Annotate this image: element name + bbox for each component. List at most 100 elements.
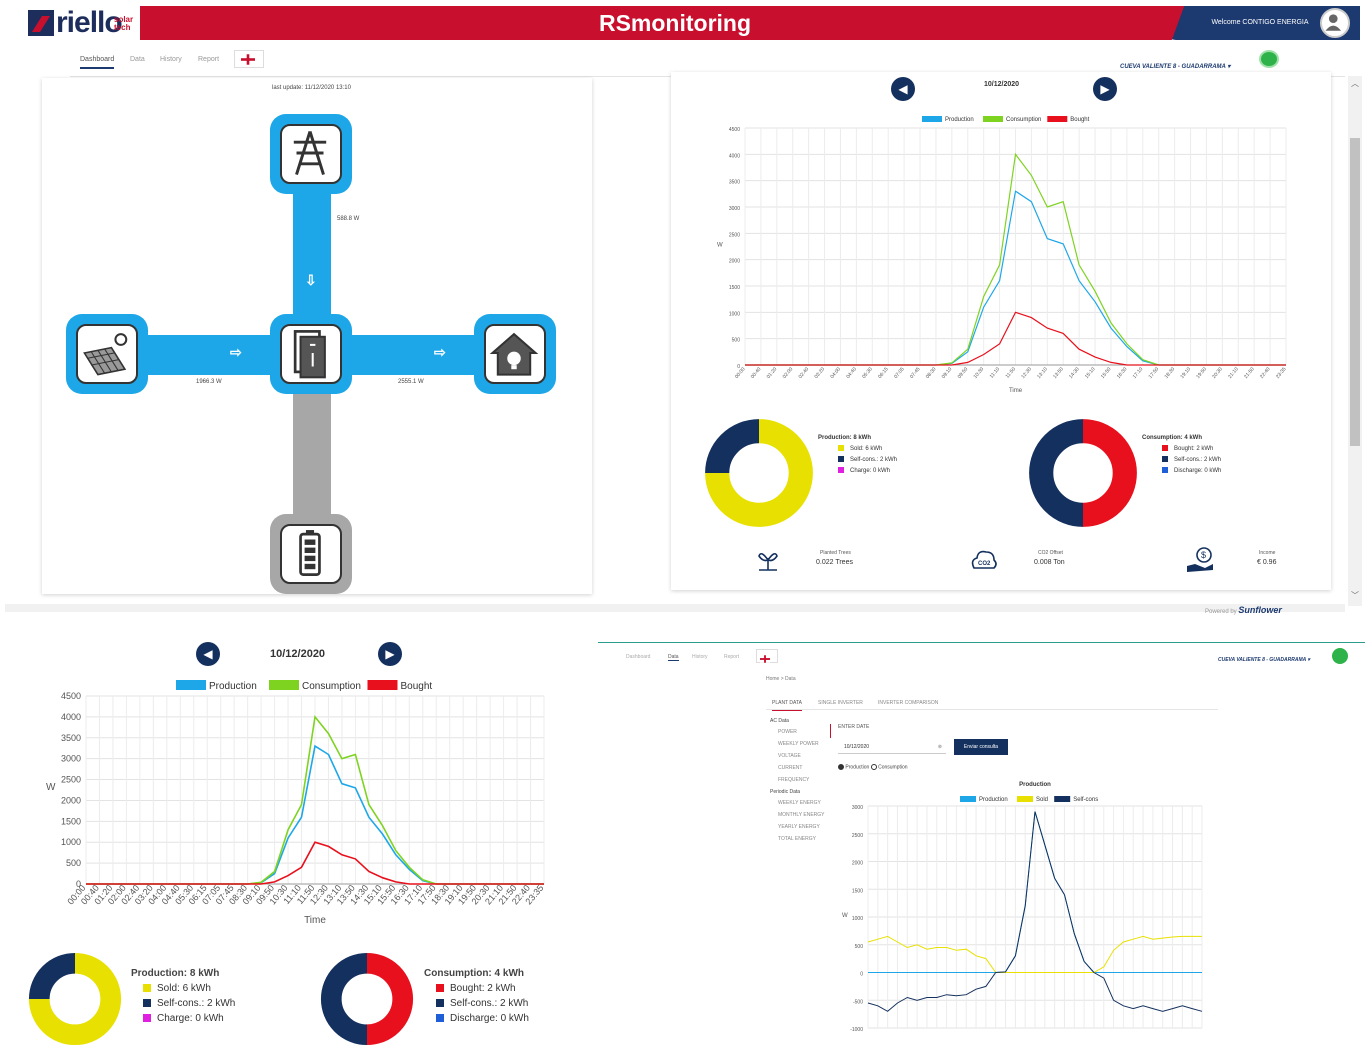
welcome-text[interactable]: Welcome CONTIGO ENERGIA: [1200, 6, 1320, 40]
tab-report[interactable]: Report: [198, 56, 219, 63]
svg-text:$: $: [1201, 550, 1206, 560]
house-node[interactable]: [474, 314, 556, 394]
radio-production[interactable]: [838, 764, 844, 770]
legend-swatch: [1017, 796, 1033, 802]
plant-selector[interactable]: CUEVA VALIENTE 8 - GUADARRAMA ▾: [1120, 63, 1230, 70]
subtab-single-inverter[interactable]: SINGLE INVERTER: [818, 700, 863, 706]
y-tick-label: -500: [853, 999, 863, 1005]
y-tick-label: 3500: [729, 180, 740, 186]
scrollbar-thumb[interactable]: [1350, 138, 1360, 446]
tab-dashboard[interactable]: Dashboard: [80, 56, 115, 69]
legend-swatch: [922, 116, 942, 122]
y-tick-label: 3500: [61, 733, 81, 743]
user-avatar[interactable]: [1320, 8, 1350, 38]
production-legend-zoom: Production: 8 kWh Sold: 6 kWh Self-cons.…: [131, 966, 235, 1026]
arrow-right-icon: ⇨: [230, 344, 242, 360]
tab-history-2[interactable]: History: [692, 654, 708, 660]
status-ok-icon[interactable]: [1332, 648, 1348, 664]
side-total-energy[interactable]: TOTAL ENERGY: [778, 836, 816, 842]
income-label: Income: [1259, 550, 1276, 556]
legend-label: Production: [945, 117, 974, 123]
breadcrumb: Home > Data: [766, 676, 796, 682]
y-tick-label: 3000: [729, 206, 740, 212]
date-input[interactable]: 10/12/2020 ⊗: [838, 740, 946, 754]
legend-swatch: [1054, 796, 1071, 802]
y-tick-label: 2500: [729, 232, 740, 238]
donut-slice-bought: [366, 952, 413, 1046]
radio-consumption-label: Consumption: [878, 764, 908, 771]
tab-data[interactable]: Data: [130, 56, 145, 63]
legend-label: Production: [209, 681, 257, 692]
next-day-button[interactable]: ▶: [1093, 77, 1117, 101]
subtab-inverter-comparison[interactable]: INVERTER COMPARISON: [878, 700, 938, 706]
tab-dashboard-2[interactable]: Dashboard: [626, 654, 650, 660]
charge-label: Charge: 0 kWh: [850, 468, 891, 474]
selfcons-label-zoom: Self-cons.: 2 kWh: [450, 998, 529, 1009]
side-monthly-energy[interactable]: MONTHLY ENERGY: [778, 812, 825, 818]
x-tick-label: 15:50: [1100, 366, 1113, 380]
house-power-value: 2555.1 W: [398, 379, 424, 385]
next-day-button-zoom[interactable]: ▶: [378, 642, 402, 666]
solar-node[interactable]: [66, 314, 148, 394]
y-tick-label: 2000: [852, 861, 863, 867]
plant-selector-2[interactable]: CUEVA VALIENTE 8 - GUADARRAMA ▾: [1218, 657, 1310, 663]
x-tick-label: 04:40: [845, 366, 858, 380]
side-weekly-energy[interactable]: WEEKLY ENERGY: [778, 800, 821, 806]
scroll-down-icon[interactable]: ﹀: [1351, 590, 1359, 601]
x-tick-label: 23:35: [1275, 366, 1288, 380]
trees-value: 0.022 Trees: [816, 559, 853, 566]
tab-report-2[interactable]: Report: [724, 654, 739, 660]
x-tick-label: 03:20: [813, 366, 826, 380]
y-tick-label: 2500: [61, 775, 81, 785]
battery-node[interactable]: [270, 514, 352, 594]
y-tick-label: 4000: [61, 712, 81, 722]
radio-consumption[interactable]: [870, 764, 877, 770]
logo-subtext: solar tech: [114, 15, 134, 32]
last-update: last update: 11/12/2020 13:10: [272, 85, 351, 91]
production-title: Production: 8 kWh: [818, 435, 871, 441]
consumption-donut-zoom: [321, 952, 413, 1046]
svg-text:CO2: CO2: [978, 561, 991, 567]
prev-day-button-zoom[interactable]: ◀: [196, 642, 220, 666]
legend-label: Bought: [401, 681, 433, 692]
sold-label: Sold: 6 kWh: [850, 446, 883, 452]
x-tick-label: 09:10: [941, 366, 954, 380]
donut-slice-selfcons: [705, 419, 760, 474]
language-selector[interactable]: [234, 50, 264, 68]
y-tick-label: 1000: [61, 837, 81, 847]
side-yearly-energy[interactable]: YEARLY ENERGY: [778, 824, 820, 830]
production-donut: [705, 419, 813, 527]
x-tick-label: 17:10: [1132, 366, 1145, 380]
language-selector-2[interactable]: [756, 649, 778, 663]
grid-node[interactable]: [270, 114, 352, 194]
x-tick-label: 05:30: [861, 366, 874, 380]
x-tick-label: 12:30: [1020, 366, 1033, 380]
consumption-legend: Consumption: 4 kWh Bought: 2 kWh Self-co…: [1142, 433, 1221, 477]
y-tick-label: 1000: [729, 311, 740, 317]
inverter-node[interactable]: [270, 314, 352, 394]
clear-icon[interactable]: ⊗: [938, 740, 942, 754]
grid-power-value: 588.8 W: [337, 216, 360, 222]
tab-history[interactable]: History: [160, 56, 182, 63]
app-title: RSmonitoring: [598, 10, 752, 36]
side-current[interactable]: CURRENT: [778, 765, 802, 771]
y-tick-label: 500: [855, 944, 864, 950]
consumption-title-zoom: Consumption: 4 kWh: [424, 968, 524, 979]
submit-button[interactable]: Enviar consulta: [954, 739, 1008, 755]
side-power[interactable]: POWER: [778, 729, 797, 735]
y-tick-label: 1500: [61, 816, 81, 826]
side-periodic-data: Periodic Data: [770, 789, 801, 795]
side-frequency[interactable]: FREQUENCY: [778, 777, 809, 783]
status-ok-icon[interactable]: [1259, 50, 1279, 68]
side-weekly-power[interactable]: WEEKLY POWER: [778, 741, 819, 747]
prev-day-button[interactable]: ◀: [891, 77, 915, 101]
legend-swatch: [983, 116, 1003, 122]
grid-pipe: [293, 180, 331, 335]
income-icon: $: [1187, 547, 1213, 572]
scroll-up-icon[interactable]: ︿: [1351, 78, 1359, 89]
y-tick-label: 4000: [729, 153, 740, 159]
tab-data-2[interactable]: Data: [668, 654, 679, 661]
side-voltage[interactable]: VOLTAGE: [778, 753, 801, 759]
consumption-legend-zoom: Consumption: 4 kWh Bought: 2 kWh Self-co…: [424, 966, 529, 1026]
x-tick-label: 11:50: [1005, 366, 1018, 379]
